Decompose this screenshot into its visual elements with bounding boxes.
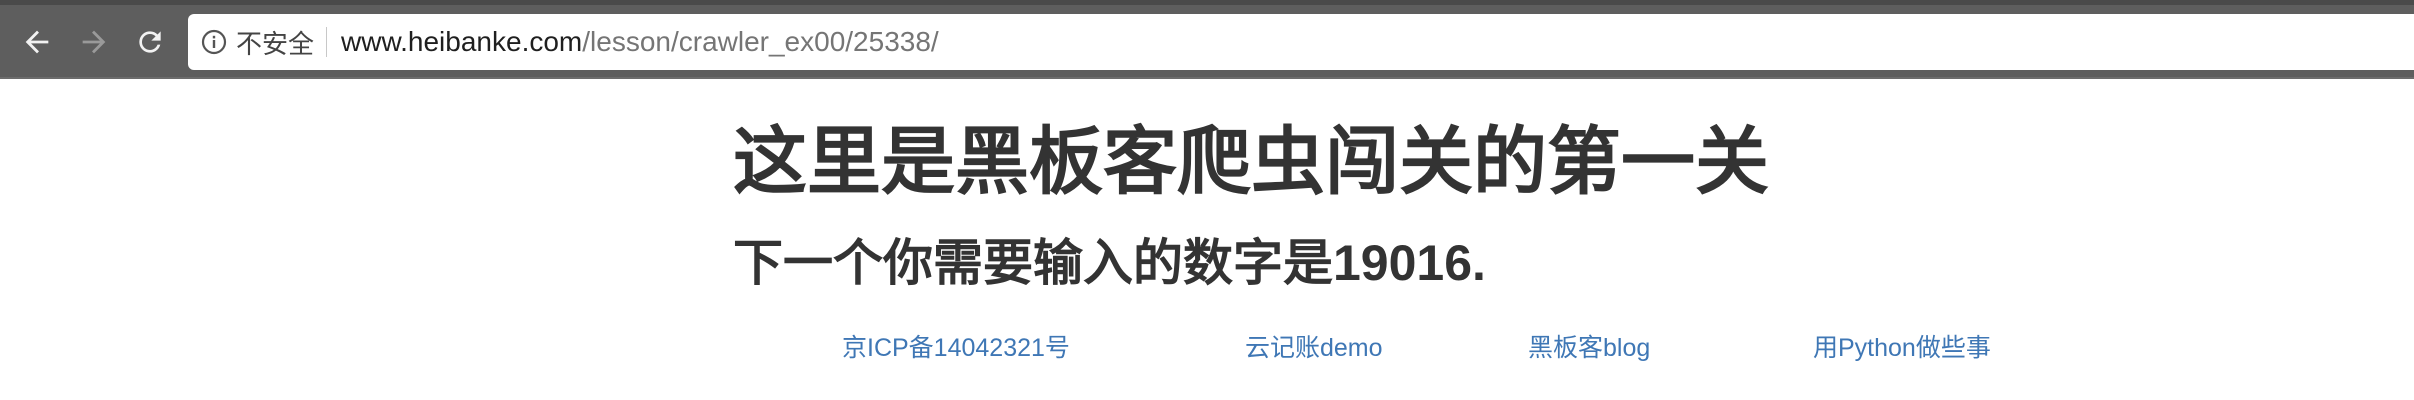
footer-link-demo[interactable]: 云记账demo bbox=[1245, 328, 1383, 368]
page-title: 这里是黑板客爬虫闯关的第一关 bbox=[733, 120, 1769, 203]
footer-link-icp[interactable]: 京ICP备14042321号 bbox=[842, 328, 1070, 368]
page-subtitle: 下一个你需要输入的数字是19016. bbox=[733, 235, 1486, 291]
footer-link-python[interactable]: 用Python做些事 bbox=[1813, 328, 1991, 368]
info-icon[interactable] bbox=[200, 28, 228, 56]
browser-toolbar: 不安全 www.heibanke.com/lesson/crawler_ex00… bbox=[0, 0, 2414, 79]
url-path: /lesson/crawler_ex00/25338/ bbox=[582, 26, 939, 57]
arrow-right-icon bbox=[82, 30, 106, 54]
footer-link-blog[interactable]: 黑板客blog bbox=[1528, 328, 1650, 368]
tab-strip bbox=[0, 0, 2414, 5]
omnibox-divider bbox=[326, 27, 328, 57]
reload-button[interactable] bbox=[128, 20, 172, 64]
security-label[interactable]: 不安全 bbox=[236, 24, 314, 61]
forward-button[interactable] bbox=[72, 20, 116, 64]
url-domain: www.heibanke.com bbox=[341, 26, 583, 57]
back-button[interactable] bbox=[15, 20, 59, 64]
toolbar-divider bbox=[0, 77, 2414, 79]
url-text[interactable]: www.heibanke.com/lesson/crawler_ex00/253… bbox=[341, 26, 939, 58]
address-bar[interactable]: 不安全 www.heibanke.com/lesson/crawler_ex00… bbox=[188, 14, 2414, 70]
reload-icon bbox=[139, 31, 161, 53]
arrow-left-icon bbox=[25, 30, 49, 54]
